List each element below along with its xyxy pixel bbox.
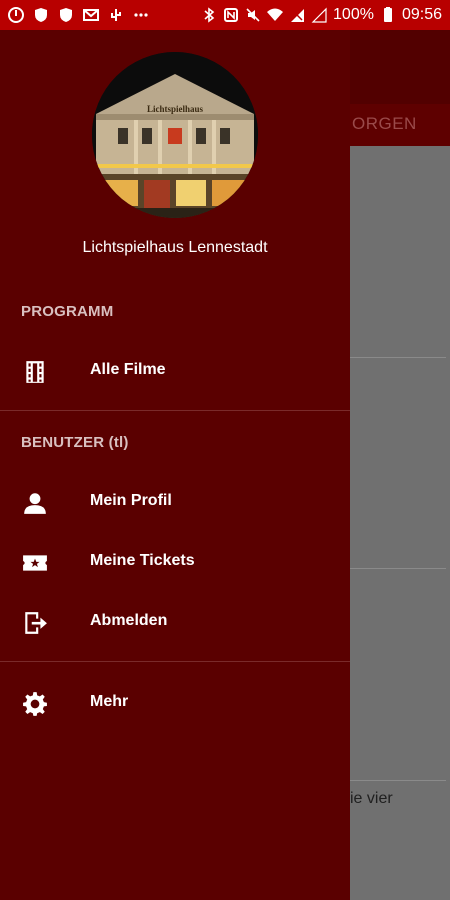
cinema-name: Lichtspielhaus Lennestadt: [82, 239, 268, 256]
mute-icon: [245, 7, 261, 23]
person-icon: [22, 490, 48, 516]
svg-text:Lichtspielhaus: Lichtspielhaus: [147, 104, 204, 114]
menu-item-label: Alle Filme: [90, 361, 166, 378]
menu-item-label: Abmelden: [90, 612, 168, 629]
status-bar: 100% 09:56: [0, 0, 450, 30]
wifi-icon: [267, 7, 284, 23]
nfc-icon: [223, 7, 239, 23]
menu-item-all-films[interactable]: Alle Filme: [0, 345, 350, 397]
section-header-programm: PROGRAMM: [21, 303, 114, 320]
status-time: 09:56: [401, 6, 442, 23]
mail-icon: [83, 7, 99, 23]
tab-tomorrow: ORGEN: [352, 114, 417, 133]
battery-icon: [380, 7, 396, 23]
no-sim-icon: [289, 7, 305, 23]
bluetooth-icon: [201, 7, 217, 23]
section-divider: [0, 410, 350, 411]
section-header-benutzer: BENUTZER (tl): [21, 434, 129, 451]
section-divider: [0, 661, 350, 662]
film-icon: [22, 359, 48, 385]
shield-icon: [58, 7, 74, 23]
menu-item-label: Mein Profil: [90, 492, 172, 509]
menu-item-my-profile[interactable]: Mein Profil: [0, 476, 350, 528]
menu-item-logout[interactable]: Abmelden: [0, 596, 350, 648]
signal-icon: [311, 7, 327, 23]
cinema-avatar: Lichtspielhaus: [92, 52, 258, 218]
ticket-icon: [22, 550, 48, 576]
menu-item-my-tickets[interactable]: Meine Tickets: [0, 536, 350, 588]
power-icon: [8, 7, 24, 23]
gear-icon: [22, 691, 48, 717]
usb-icon: [108, 7, 124, 23]
menu-item-more[interactable]: Mehr: [0, 677, 350, 729]
list-divider: [350, 780, 446, 781]
list-divider: [350, 568, 446, 569]
list-divider: [350, 357, 446, 358]
list-item-text: ie vier: [350, 790, 393, 807]
battery-percentage: 100%: [333, 6, 374, 23]
more-icon: [133, 7, 149, 23]
menu-item-label: Mehr: [90, 693, 129, 710]
menu-item-label: Meine Tickets: [90, 552, 195, 569]
logout-icon: [22, 610, 48, 636]
shield-icon: [33, 7, 49, 23]
navigation-drawer: Lichtspielhaus Lichtspielhaus Lennestadt…: [0, 30, 350, 900]
